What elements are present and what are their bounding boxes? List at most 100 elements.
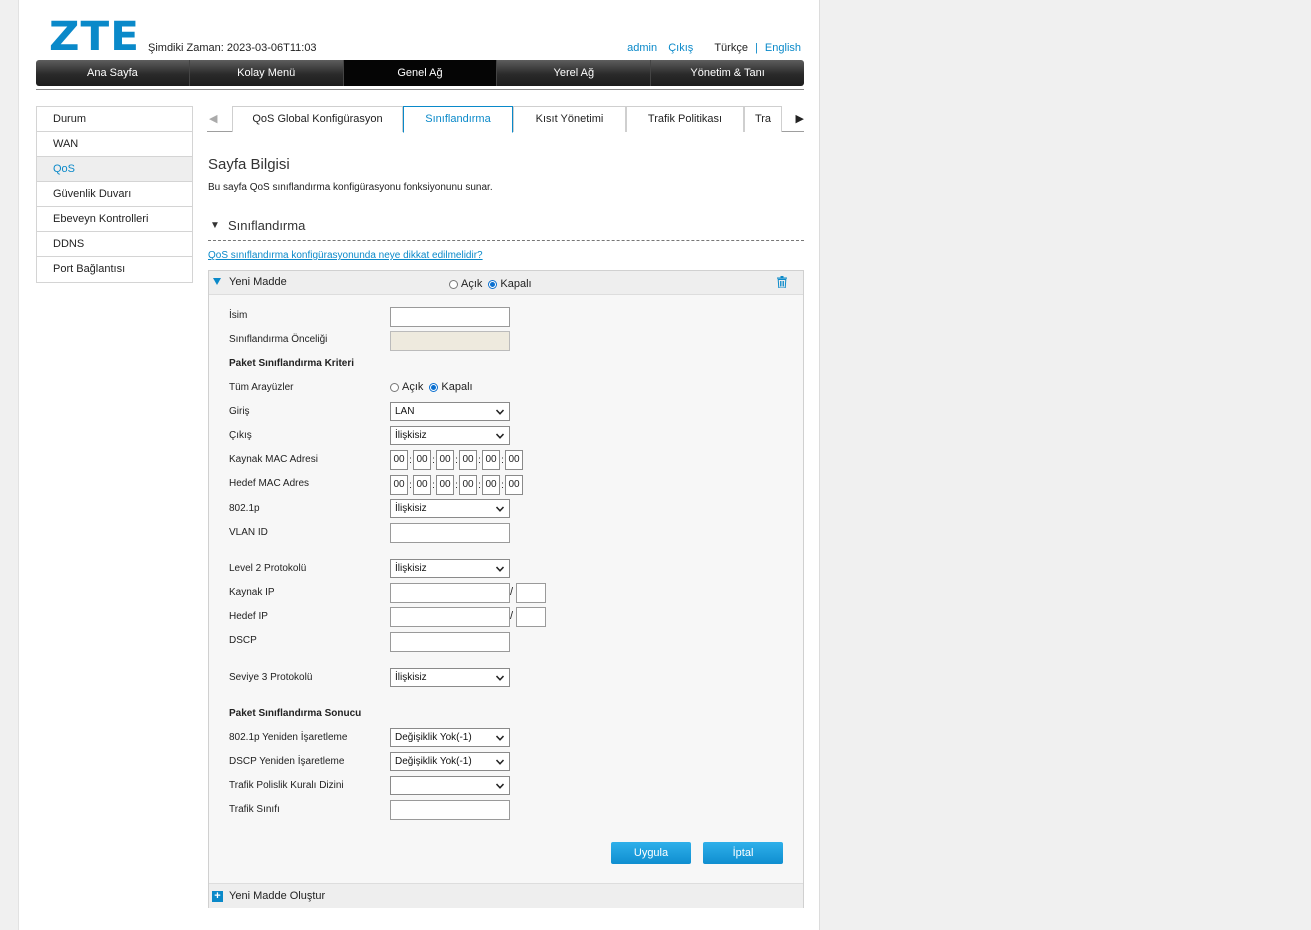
lang-turkish[interactable]: Türkçe: [714, 42, 748, 54]
src-mac-octet[interactable]: 00: [436, 450, 454, 470]
src-mac-octet[interactable]: 00: [390, 450, 408, 470]
create-item-row[interactable]: + Yeni Madde Oluştur: [209, 883, 803, 908]
chevron-down-icon: [496, 409, 504, 415]
expand-chevron-icon[interactable]: [213, 278, 221, 285]
dst-mac-octet[interactable]: 00: [436, 475, 454, 495]
src-mac-octet[interactable]: 00: [459, 450, 477, 470]
dst-mac-octet[interactable]: 00: [413, 475, 431, 495]
tab-scroll-right-icon[interactable]: ▶: [796, 112, 804, 125]
traffic-class-label: Trafik Sınıfı: [229, 804, 280, 815]
l2-protocol-select[interactable]: İlişkisiz: [390, 559, 510, 578]
remark-8021p-select[interactable]: Değişiklik Yok(-1): [390, 728, 510, 747]
p8021-value: İlişkisiz: [395, 503, 427, 514]
remark-8021p-label: 802.1p Yeniden İşaretleme: [229, 732, 348, 743]
remark-dscp-select[interactable]: Değişiklik Yok(-1): [390, 752, 510, 771]
dst-mac-octet[interactable]: 00: [482, 475, 500, 495]
p8021-select[interactable]: İlişkisiz: [390, 499, 510, 518]
dst-mac-octet[interactable]: 00: [390, 475, 408, 495]
top-links: admin Çıkış Türkçe | English: [619, 42, 801, 54]
src-ip-mask-input[interactable]: [516, 583, 546, 603]
giris-label: Giriş: [229, 406, 250, 417]
sidebar-item-qos[interactable]: QoS: [37, 157, 192, 182]
sidebar-item-wan[interactable]: WAN: [37, 132, 192, 157]
collapse-triangle-icon[interactable]: ▼: [210, 220, 220, 231]
tab-qos-global[interactable]: QoS Global Konfigürasyon: [232, 106, 403, 132]
dst-mac-octet[interactable]: 00: [459, 475, 477, 495]
apply-button[interactable]: Uygula: [611, 842, 691, 864]
all-interfaces-off-radio[interactable]: [429, 382, 439, 392]
all-interfaces-off-label: Kapalı: [441, 381, 473, 393]
giris-value: LAN: [395, 406, 415, 417]
trash-icon[interactable]: [777, 276, 787, 288]
lang-english[interactable]: English: [765, 42, 801, 54]
tab-kisit-yonetimi[interactable]: Kısıt Yönetimi: [513, 106, 626, 132]
cikis-select[interactable]: İlişkisiz: [390, 426, 510, 445]
nav-yonetim[interactable]: Yönetim & Tanı: [651, 60, 804, 86]
nav-divider: [36, 89, 804, 90]
oncelik-input: [390, 331, 510, 351]
src-ip-slash: /: [510, 586, 514, 598]
tab-truncated[interactable]: Tra: [744, 106, 782, 132]
router-page: ZTE Şimdiki Zaman: 2023-03-06T11:03 admi…: [18, 0, 820, 930]
src-mac-label: Kaynak MAC Adresi: [229, 454, 318, 465]
nav-yerel-ag[interactable]: Yerel Ağ: [497, 60, 652, 86]
logout-link[interactable]: Çıkış: [668, 42, 693, 54]
item-on-radio[interactable]: [449, 279, 458, 289]
l2-protocol-value: İlişkisiz: [395, 563, 427, 574]
item-off-label: Kapalı: [500, 278, 532, 290]
all-interfaces-on-radio[interactable]: [390, 382, 399, 392]
l3-protocol-select[interactable]: İlişkisiz: [390, 668, 510, 687]
sidebar-item-guvenlik-duvari[interactable]: Güvenlik Duvarı: [37, 182, 192, 207]
giris-select[interactable]: LAN: [390, 402, 510, 421]
tab-scroll-left-icon[interactable]: ◀: [209, 112, 217, 125]
help-link[interactable]: QoS sınıflandırma konfigürasyonunda neye…: [208, 250, 483, 261]
section-header[interactable]: ▼ Sınıflandırma: [208, 216, 804, 241]
src-mac-octet[interactable]: 00: [413, 450, 431, 470]
item-on-label: Açık: [461, 278, 483, 290]
chevron-down-icon: [496, 735, 504, 741]
nav-genel-ag[interactable]: Genel Ağ: [343, 60, 498, 86]
zte-logo: ZTE: [49, 14, 140, 60]
policy-index-select[interactable]: [390, 776, 510, 795]
remark-8021p-value: Değişiklik Yok(-1): [395, 732, 472, 743]
sidebar-item-ddns[interactable]: DDNS: [37, 232, 192, 257]
isim-input[interactable]: [390, 307, 510, 327]
chevron-down-icon: [496, 433, 504, 439]
nav-ana-sayfa[interactable]: Ana Sayfa: [36, 60, 190, 86]
src-mac-octet[interactable]: 00: [482, 450, 500, 470]
sidebar-item-port-baglantisi[interactable]: Port Bağlantısı: [37, 257, 192, 282]
cikis-label: Çıkış: [229, 430, 252, 441]
dst-ip-input[interactable]: [390, 607, 510, 627]
remark-dscp-label: DSCP Yeniden İşaretleme: [229, 756, 345, 767]
result-title: Paket Sınıflandırma Sonucu: [229, 708, 362, 719]
admin-link[interactable]: admin: [627, 42, 657, 54]
tab-siniflandirma[interactable]: Sınıflandırma: [403, 106, 513, 133]
src-mac-input: 00: 00: 00: 00: 00: 00: [390, 450, 523, 470]
plus-icon[interactable]: +: [212, 891, 223, 902]
tab-trafik-politikasi[interactable]: Trafik Politikası: [626, 106, 744, 132]
cikis-value: İlişkisiz: [395, 430, 427, 441]
sidebar-item-durum[interactable]: Durum: [37, 107, 192, 132]
dscp-input[interactable]: [390, 632, 510, 652]
chevron-down-icon: [496, 783, 504, 789]
chevron-down-icon: [496, 566, 504, 572]
src-mac-octet[interactable]: 00: [505, 450, 523, 470]
cancel-button[interactable]: İptal: [703, 842, 783, 864]
dst-ip-slash: /: [510, 610, 514, 622]
traffic-class-input[interactable]: [390, 800, 510, 820]
create-item-label[interactable]: Yeni Madde Oluştur: [229, 890, 325, 902]
dst-mac-octet[interactable]: 00: [505, 475, 523, 495]
dst-mac-input: 00: 00: 00: 00: 00: 00: [390, 475, 523, 495]
src-ip-input[interactable]: [390, 583, 510, 603]
dst-ip-mask-input[interactable]: [516, 607, 546, 627]
vlan-input[interactable]: [390, 523, 510, 543]
all-interfaces-label: Tüm Arayüzler: [229, 382, 294, 393]
item-off-radio[interactable]: [488, 279, 498, 289]
dscp-label: DSCP: [229, 635, 257, 646]
item-header[interactable]: Yeni Madde Açık Kapalı: [209, 271, 803, 295]
dst-mac-label: Hedef MAC Adres: [229, 478, 310, 489]
page-info-title: Sayfa Bilgisi: [208, 156, 290, 173]
nav-kolay-menu[interactable]: Kolay Menü: [190, 60, 344, 86]
all-interfaces-on-label: Açık: [402, 381, 424, 393]
sidebar-item-ebeveyn-kontrolleri[interactable]: Ebeveyn Kontrolleri: [37, 207, 192, 232]
